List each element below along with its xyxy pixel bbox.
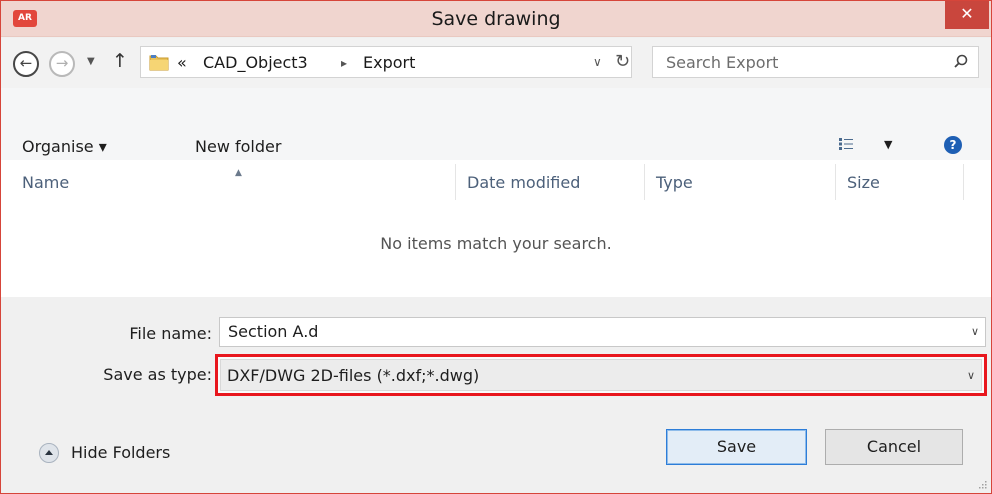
column-divider[interactable] (644, 164, 645, 200)
view-options-chevron-icon[interactable]: ▼ (884, 138, 892, 151)
column-header-name[interactable]: Name (22, 173, 69, 192)
navigation-bar: ← → ▼ ↑ « CAD_Object3 ▸ Export ∨ ↻ Searc… (1, 38, 991, 88)
view-options-icon[interactable] (839, 138, 853, 150)
breadcrumb-separator-icon[interactable]: ▸ (341, 56, 347, 70)
file-list: Name ▲ Date modified Type Size No items … (1, 160, 991, 297)
file-name-field[interactable]: Section A.d ∨ (219, 317, 986, 347)
sort-ascending-icon: ▲ (235, 168, 242, 178)
column-divider[interactable] (963, 164, 964, 200)
file-name-value[interactable]: Section A.d (228, 322, 318, 341)
forward-arrow-icon[interactable]: → (49, 51, 75, 77)
recent-locations-chevron-icon[interactable]: ▼ (87, 56, 95, 67)
breadcrumb-item-cad-object3[interactable]: CAD_Object3 (203, 53, 308, 72)
resize-grip-icon[interactable] (977, 479, 987, 489)
save-form: File name: Section A.d ∨ Save as type: D… (1, 297, 991, 493)
save-as-type-value[interactable]: DXF/DWG 2D-files (*.dxf;*.dwg) (227, 366, 479, 385)
column-divider[interactable] (835, 164, 836, 200)
hide-folders-label[interactable]: Hide Folders (71, 443, 170, 462)
empty-list-message: No items match your search. (380, 234, 612, 253)
address-dropdown-chevron-icon[interactable]: ∨ (593, 55, 602, 69)
search-icon[interactable] (954, 54, 968, 68)
save-as-type-chevron-icon[interactable]: ∨ (967, 369, 975, 382)
save-button[interactable]: Save (666, 429, 807, 465)
new-folder-button[interactable]: New folder (195, 137, 281, 156)
refresh-icon[interactable]: ↻ (615, 51, 630, 72)
close-button[interactable]: ✕ (945, 1, 989, 29)
search-placeholder: Search Export (666, 53, 779, 72)
save-as-type-highlight: DXF/DWG 2D-files (*.dxf;*.dwg) ∨ (215, 354, 987, 396)
up-arrow-icon[interactable]: ↑ (112, 50, 128, 72)
organise-menu-button[interactable]: Organise ▾ (22, 137, 107, 156)
breadcrumb-overflow[interactable]: « (177, 53, 187, 72)
window-title: Save drawing (431, 8, 561, 30)
column-header-size[interactable]: Size (847, 173, 880, 192)
address-bar[interactable]: « CAD_Object3 ▸ Export ∨ ↻ (140, 46, 632, 78)
column-divider[interactable] (455, 164, 456, 200)
file-name-label: File name: (129, 324, 212, 343)
save-as-type-select[interactable]: DXF/DWG 2D-files (*.dxf;*.dwg) ∨ (220, 359, 982, 391)
column-header-date-modified[interactable]: Date modified (467, 173, 580, 192)
folder-icon (149, 55, 169, 71)
back-arrow-icon[interactable]: ← (13, 51, 39, 77)
file-name-dropdown-chevron-icon[interactable]: ∨ (971, 325, 979, 338)
column-header-type[interactable]: Type (656, 173, 693, 192)
collapse-up-icon[interactable] (39, 443, 59, 463)
search-input[interactable]: Search Export (652, 46, 979, 78)
title-bar: AR Save drawing ✕ (1, 1, 991, 37)
breadcrumb-item-export[interactable]: Export (363, 53, 415, 72)
cancel-button[interactable]: Cancel (825, 429, 963, 465)
save-as-type-label: Save as type: (103, 365, 212, 384)
save-drawing-dialog: AR Save drawing ✕ ← → ▼ ↑ « CAD_Object3 … (0, 0, 992, 494)
command-toolbar: Organise ▾ New folder ▼ ? (1, 128, 991, 164)
help-icon[interactable]: ? (944, 136, 962, 154)
